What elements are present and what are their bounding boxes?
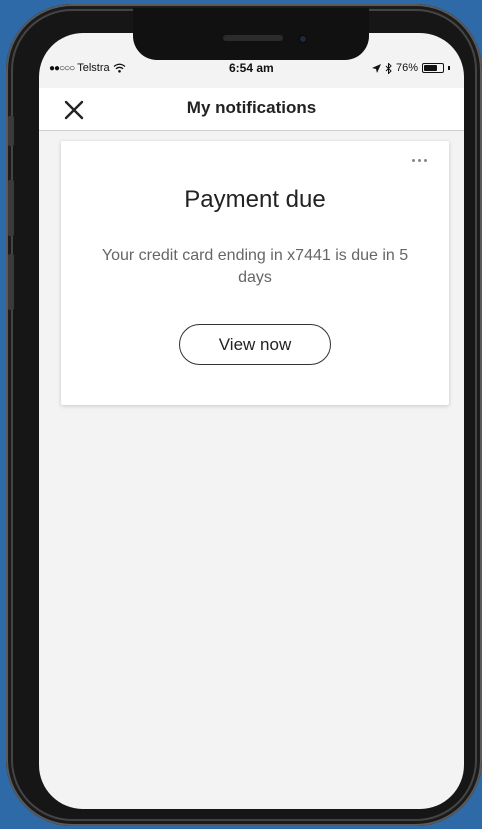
page-title: My notifications — [186, 98, 317, 117]
more-horizontal-icon[interactable] — [412, 159, 427, 162]
speaker-grille — [223, 35, 283, 41]
battery-icon — [422, 63, 444, 73]
app-header: My notifications — [39, 88, 464, 131]
volume-down-button — [8, 254, 14, 310]
view-now-button[interactable]: View now — [179, 324, 331, 365]
notification-card: Payment due Your credit card ending in x… — [61, 141, 449, 405]
bluetooth-icon — [385, 62, 392, 74]
status-time: 6:54 am — [229, 61, 274, 75]
carrier-name: Telstra — [77, 62, 110, 74]
wifi-icon — [113, 63, 126, 73]
status-right: 76% — [371, 62, 450, 74]
screen: ●●○○○ Telstra 6:54 am 76% My notificatio… — [39, 33, 464, 809]
status-left: ●●○○○ Telstra — [49, 62, 126, 74]
battery-percent: 76% — [395, 62, 418, 74]
mute-switch — [8, 116, 14, 146]
front-camera — [298, 34, 308, 44]
notch — [133, 8, 369, 60]
status-bar: ●●○○○ Telstra 6:54 am 76% — [39, 59, 464, 81]
notification-message: Your credit card ending in x7441 is due … — [101, 247, 409, 286]
signal-strength-icon: ●●○○○ — [49, 62, 75, 74]
volume-up-button — [8, 180, 14, 236]
battery-tip — [448, 66, 450, 70]
phone-frame: ●●○○○ Telstra 6:54 am 76% My notificatio… — [6, 4, 482, 826]
location-arrow-icon — [371, 63, 381, 73]
notification-title: Payment due — [184, 186, 326, 213]
